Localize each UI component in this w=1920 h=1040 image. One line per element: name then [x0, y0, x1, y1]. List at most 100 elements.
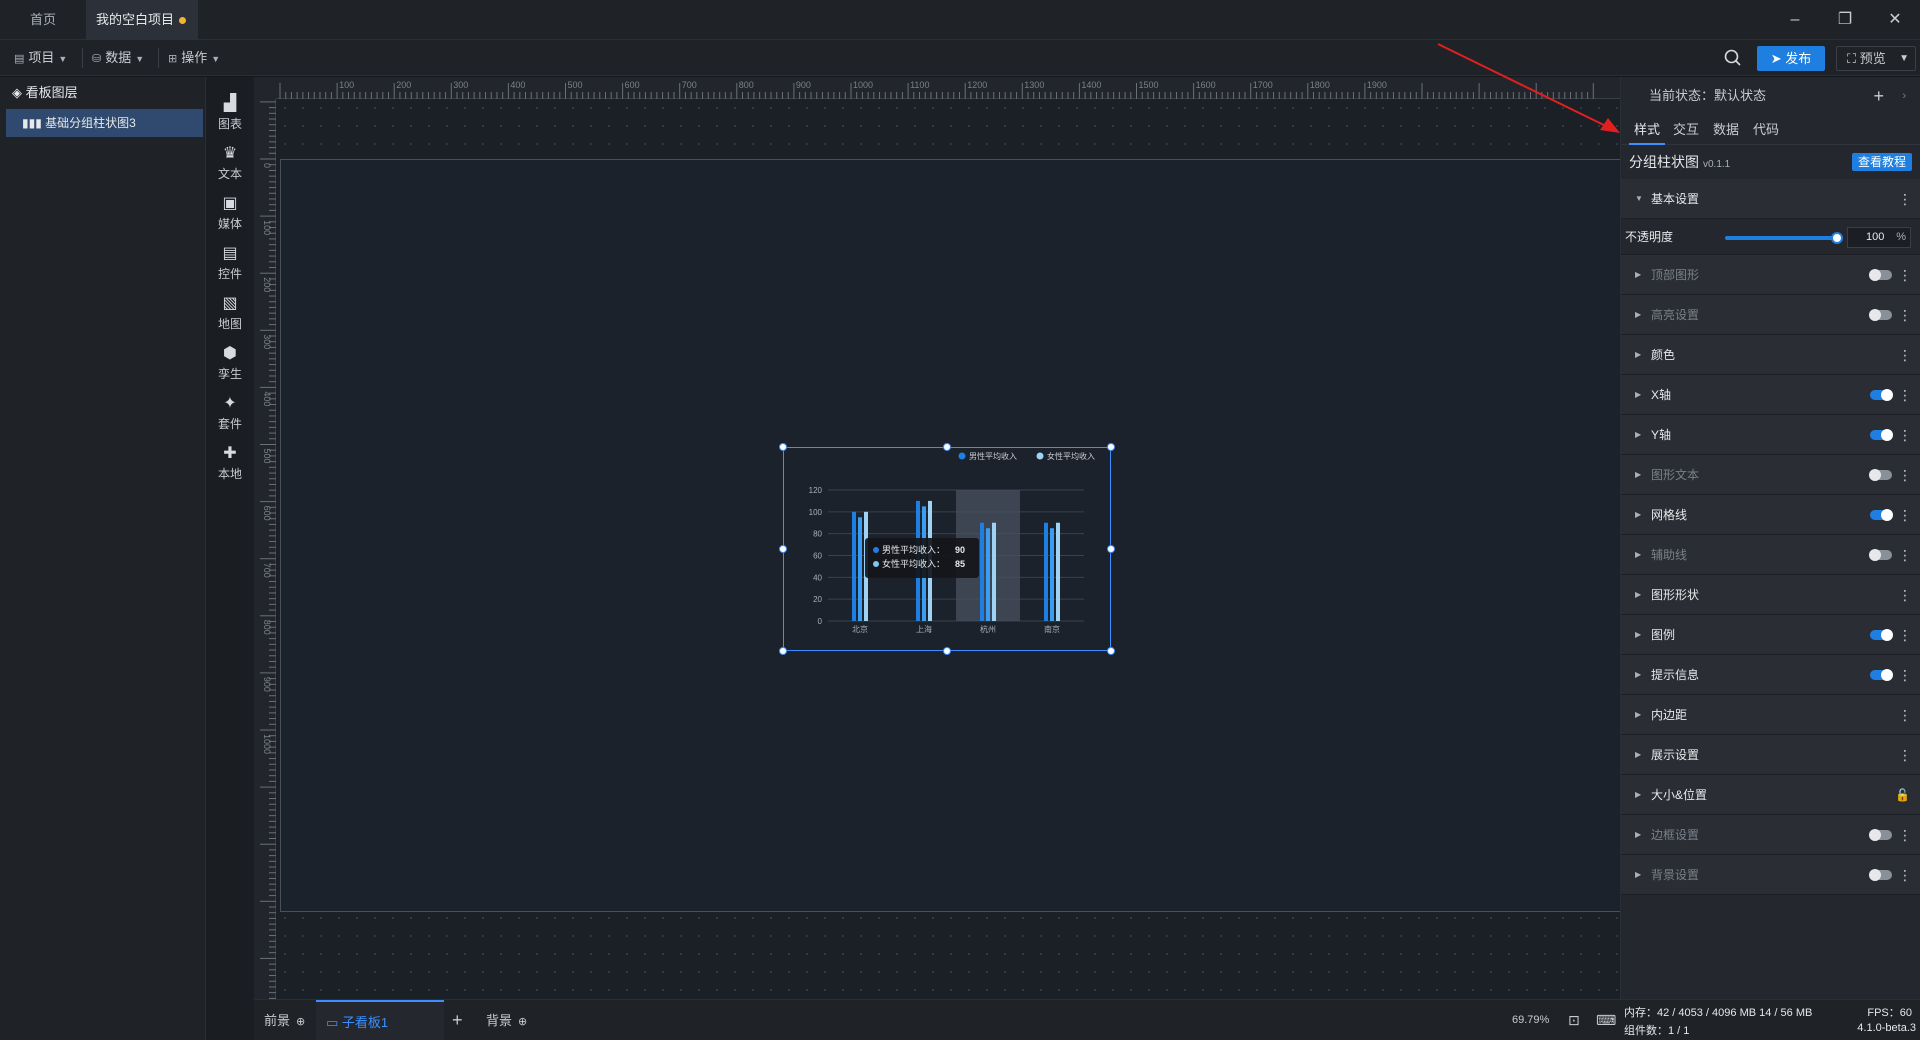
project-menu[interactable]: ▤ 项目 ▼ — [14, 40, 67, 76]
resize-handle-t[interactable] — [943, 443, 951, 451]
comp-media[interactable]: ▣ 媒体 — [206, 185, 254, 235]
comp-twin[interactable]: ⬢ 孪生 — [206, 335, 254, 385]
keyboard-icon[interactable]: ⌨ — [1596, 1000, 1616, 1040]
resize-handle-b[interactable] — [943, 647, 951, 655]
opacity-slider[interactable] — [1725, 236, 1835, 240]
ops-menu-label: 操作 — [181, 50, 208, 65]
more-icon[interactable]: ⋮ — [1898, 335, 1912, 375]
settings-group[interactable]: ▶ 图例 ⋮ — [1621, 615, 1920, 655]
tab-sub-board[interactable]: ▭ 子看板1 — [316, 1000, 444, 1040]
caret-right-icon: ▶ — [1635, 630, 1642, 639]
toggle-switch[interactable] — [1870, 669, 1893, 681]
more-icon[interactable]: ⋮ — [1898, 535, 1912, 575]
tab-foreground[interactable]: 前景 ⊕ — [264, 1000, 305, 1040]
tab-interaction[interactable]: 交互 — [1673, 115, 1699, 145]
resize-handle-tr[interactable] — [1107, 443, 1115, 451]
comp-control[interactable]: ▤ 控件 — [206, 235, 254, 285]
more-icon[interactable]: ⋮ — [1898, 295, 1912, 335]
more-icon[interactable]: ⋮ — [1898, 415, 1912, 455]
add-state-icon[interactable]: + — [1873, 77, 1884, 115]
tab-data[interactable]: 数据 — [1713, 115, 1739, 145]
tab-code[interactable]: 代码 — [1753, 115, 1779, 145]
chevron-down-icon[interactable]: ▼ — [1899, 47, 1909, 70]
settings-group[interactable]: ▶ 边框设置 ⋮ — [1621, 815, 1920, 855]
comp-text[interactable]: ♛ 文本 — [206, 135, 254, 185]
tutorial-button[interactable]: 查看教程 — [1851, 153, 1912, 171]
settings-group[interactable]: ▶ Y轴 ⋮ — [1621, 415, 1920, 455]
tab-background[interactable]: 背景 ⊕ — [486, 1000, 527, 1040]
close-icon[interactable]: ✕ — [1870, 0, 1920, 40]
resize-handle-r[interactable] — [1107, 545, 1115, 553]
ops-menu[interactable]: ⊞ 操作 ▼ — [168, 40, 220, 76]
layer-item[interactable]: ▮▮▮ 基础分组柱状图3 — [6, 109, 203, 137]
settings-group[interactable]: ▶ 颜色 ⋮ — [1621, 335, 1920, 375]
settings-group[interactable]: ▶ 辅助线 ⋮ — [1621, 535, 1920, 575]
search-button[interactable] — [1722, 47, 1744, 69]
settings-group[interactable]: ▶ 图形文本 ⋮ — [1621, 455, 1920, 495]
opacity-input[interactable]: 100% — [1847, 227, 1911, 248]
more-icon[interactable]: ⋮ — [1898, 615, 1912, 655]
resize-handle-bl[interactable] — [779, 647, 787, 655]
more-icon[interactable]: ⋮ — [1898, 375, 1912, 415]
toggle-switch[interactable] — [1870, 429, 1893, 441]
chart-widget[interactable]: 0 20 40 60 80 100 120 北京 上海 杭州 南京 男性平均收入 女性平均收入 男性平均… — [779, 443, 1115, 655]
toggle-switch[interactable] — [1869, 869, 1892, 881]
comp-local[interactable]: ✚ 本地 — [206, 435, 254, 485]
preview-button[interactable]: ⛶ 预览 ▼ — [1836, 46, 1916, 71]
publish-button[interactable]: ➤ 发布 — [1757, 46, 1825, 71]
settings-group[interactable]: ▶ 顶部图形 ⋮ — [1621, 255, 1920, 295]
comp-map[interactable]: ▧ 地图 — [206, 285, 254, 335]
comp-chart[interactable]: ▟ 图表 — [206, 85, 254, 135]
resize-handle-l[interactable] — [779, 545, 787, 553]
toggle-switch[interactable] — [1869, 269, 1892, 281]
tab-home[interactable]: 首页 — [0, 0, 86, 40]
settings-group[interactable]: ▶ 高亮设置 ⋮ — [1621, 295, 1920, 335]
settings-group[interactable]: ▶ 背景设置 ⋮ — [1621, 855, 1920, 895]
restore-icon[interactable]: ❐ — [1820, 0, 1870, 40]
more-icon[interactable]: ⋮ — [1898, 695, 1912, 735]
toggle-switch[interactable] — [1869, 309, 1892, 321]
toggle-switch[interactable] — [1869, 469, 1892, 481]
chevron-right-icon[interactable]: › — [1902, 77, 1906, 115]
settings-group[interactable]: ▶ 内边距 ⋮ — [1621, 695, 1920, 735]
lock-icon[interactable]: 🔓 — [1895, 775, 1910, 815]
more-icon[interactable]: ⋮ — [1898, 455, 1912, 495]
more-icon[interactable]: ⋮ — [1898, 495, 1912, 535]
add-board-button[interactable]: + — [452, 1000, 463, 1040]
more-icon[interactable]: ⋮ — [1898, 179, 1912, 219]
more-icon[interactable]: ⋮ — [1898, 735, 1912, 775]
settings-group-label: Y轴 — [1651, 428, 1672, 442]
group-basic-settings[interactable]: ▼ 基本设置 ⋮ — [1621, 179, 1920, 219]
toggle-switch[interactable] — [1870, 389, 1893, 401]
more-icon[interactable]: ⋮ — [1898, 815, 1912, 855]
bar — [858, 517, 862, 621]
resize-handle-tl[interactable] — [779, 443, 787, 451]
add-circle-icon[interactable]: ⊕ — [518, 1016, 527, 1028]
data-menu[interactable]: ⛁ 数据 ▼ — [92, 40, 144, 76]
settings-group[interactable]: ▶ X轴 ⋮ — [1621, 375, 1920, 415]
toggle-switch[interactable] — [1869, 549, 1892, 561]
settings-group[interactable]: ▶ 大小&位置 🔓 — [1621, 775, 1920, 815]
fit-screen-icon[interactable]: ⊡ — [1568, 1000, 1580, 1040]
add-circle-icon[interactable]: ⊕ — [296, 1016, 305, 1028]
more-icon[interactable]: ⋮ — [1898, 575, 1912, 615]
tab-project[interactable]: 我的空白项目 — [86, 0, 198, 40]
bar — [1050, 528, 1054, 621]
settings-group[interactable]: ▶ 提示信息 ⋮ — [1621, 655, 1920, 695]
comp-kit[interactable]: ✦ 套件 — [206, 385, 254, 435]
toggle-switch[interactable] — [1870, 509, 1893, 521]
settings-group[interactable]: ▶ 网格线 ⋮ — [1621, 495, 1920, 535]
toggle-switch[interactable] — [1869, 829, 1892, 841]
toggle-switch[interactable] — [1870, 629, 1893, 641]
minimize-icon[interactable]: – — [1770, 0, 1820, 40]
settings-group[interactable]: ▶ 展示设置 ⋮ — [1621, 735, 1920, 775]
settings-group[interactable]: ▶ 图形形状 ⋮ — [1621, 575, 1920, 615]
resize-handle-br[interactable] — [1107, 647, 1115, 655]
opacity-slider-handle[interactable] — [1831, 232, 1843, 244]
tab-style[interactable]: 样式 — [1629, 115, 1665, 145]
more-icon[interactable]: ⋮ — [1898, 255, 1912, 295]
more-icon[interactable]: ⋮ — [1898, 855, 1912, 895]
divider — [82, 48, 83, 68]
zoom-level[interactable]: 69.79% — [1512, 1000, 1549, 1040]
more-icon[interactable]: ⋮ — [1898, 655, 1912, 695]
